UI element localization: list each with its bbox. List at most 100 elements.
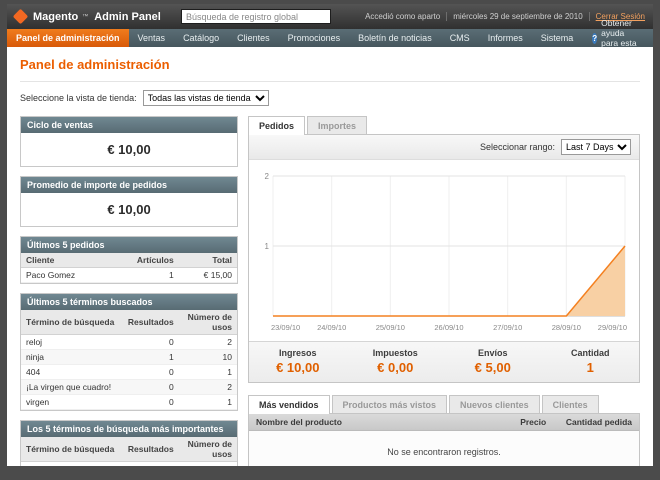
page-help-link[interactable]: ? Obtener ayuda para esta página <box>582 18 653 58</box>
svg-text:25/09/10: 25/09/10 <box>376 323 405 332</box>
logged-in-as: Accedió como aparto <box>365 12 441 21</box>
box-title: Ciclo de ventas <box>21 117 237 133</box>
nav-item-newsletter[interactable]: Boletín de noticias <box>349 29 441 47</box>
total-label: Impuestos <box>372 348 418 358</box>
column-header: Término de búsqueda <box>21 437 123 462</box>
total-value: € 5,00 <box>474 360 511 375</box>
left-column: Ciclo de ventas € 10,00 Promedio de impo… <box>20 116 238 466</box>
nav-item-dashboard[interactable]: Panel de administración <box>7 29 129 47</box>
nav-list: Panel de administración Ventas Catálogo Cli… <box>7 29 582 47</box>
products-grid-panel: Nombre del producto Precio Cantidad pedi… <box>248 413 640 466</box>
table-row[interactable]: Paco Gomez 1 € 15,00 <box>21 267 237 283</box>
average-orders-box: Promedio de importe de pedidos € 10,00 <box>20 176 238 227</box>
tab-customers[interactable]: Clientes <box>541 395 599 413</box>
cell: virgen <box>21 394 123 410</box>
tab-amounts[interactable]: Importes <box>307 116 368 134</box>
total-value: € 10,00 <box>276 360 320 375</box>
column-header: Cliente <box>21 253 132 268</box>
top-search-terms-box: Los 5 términos de búsqueda más important… <box>20 420 238 466</box>
nav-item-promotions[interactable]: Promociones <box>279 29 350 47</box>
cell: 2 <box>178 334 237 350</box>
cell: 0 <box>122 379 179 395</box>
cell: ninja <box>21 461 123 466</box>
total-value: € 0,00 <box>377 360 414 375</box>
empty-message: No se encontraron registros. <box>249 430 639 466</box>
main-nav: Panel de administración Ventas Catálogo Cli… <box>7 18 653 58</box>
tab-most-viewed[interactable]: Productos más vistos <box>331 395 448 413</box>
svg-text:27/09/10: 27/09/10 <box>493 323 522 332</box>
column-header: Resultados <box>122 437 179 462</box>
cell: 1 <box>131 267 179 283</box>
last-orders-table: Cliente Artículos Total Paco Gomez 1 € 15,00 <box>21 253 237 283</box>
empty-row: No se encontraron registros. <box>249 430 639 466</box>
table-row[interactable]: virgen 0 1 <box>21 394 237 410</box>
nav-item-reports[interactable]: Informes <box>479 29 532 47</box>
column-header: Número de usos <box>178 310 237 335</box>
browser-frame: Magento ™ Admin Panel Accedió como apart… <box>0 0 660 480</box>
tab-new-customers[interactable]: Nuevos clientes <box>449 395 540 413</box>
table-row[interactable]: ninja110 <box>21 461 237 466</box>
svg-text:23/09/10: 23/09/10 <box>271 323 300 332</box>
box-title: Últimos 5 pedidos <box>21 237 237 253</box>
store-switcher: Seleccione la vista de tienda: Todas las… <box>20 90 640 106</box>
last-search-terms-table: Término de búsqueda Resultados Número de u… <box>21 310 237 410</box>
svg-text:1: 1 <box>265 242 270 251</box>
store-view-label: Seleccione la vista de tienda: <box>20 93 137 103</box>
totals-bar: Ingresos € 10,00 Impuestos € 0,00 Envíos… <box>249 341 639 382</box>
table-row[interactable]: 404 0 1 <box>21 364 237 380</box>
products-grid: Nombre del producto Precio Cantidad pedi… <box>249 414 639 466</box>
store-view-select[interactable]: Todas las vistas de tienda <box>142 90 269 106</box>
total-tax: Impuestos € 0,00 <box>347 348 445 375</box>
header-date: miércoles 29 de septiembre de 2010 <box>453 12 583 21</box>
header-separator <box>446 12 448 21</box>
cell: Paco Gomez <box>21 267 132 283</box>
nav-item-cms[interactable]: CMS <box>441 29 479 47</box>
table-row[interactable]: reloj 0 2 <box>21 334 237 350</box>
last-orders-box: Últimos 5 pedidos Cliente Artículos Total P… <box>20 236 238 284</box>
table-row[interactable]: ninja110 <box>21 349 237 365</box>
title-divider <box>20 81 640 82</box>
cell: 404 <box>21 364 123 380</box>
column-header: Total <box>178 253 237 268</box>
total-label: Cantidad <box>570 348 610 358</box>
orders-chart: 1 2 23/09/10 24/09/10 25/09/10 26/09/10 27/09/… <box>265 172 627 332</box>
lifetime-sales-box: Ciclo de ventas € 10,00 <box>20 116 238 167</box>
total-value: 1 <box>586 360 594 375</box>
admin-header: Magento ™ Admin Panel Accedió como apart… <box>7 4 653 29</box>
cell: € 15,00 <box>178 267 237 283</box>
column-header: Cantidad pedida <box>553 414 639 431</box>
total-shipping: Envíos € 5,00 <box>444 348 542 375</box>
nav-item-catalog[interactable]: Catálogo <box>174 29 228 47</box>
content-area: Panel de administración Seleccione la vi… <box>7 47 653 466</box>
cell: 1 <box>122 349 179 365</box>
cell: 10 <box>178 461 237 466</box>
chart-toolbar: Seleccionar rango: Last 7 Days <box>249 135 639 160</box>
brand-product: Admin Panel <box>94 10 161 23</box>
box-title: Los 5 términos de búsqueda más important… <box>21 421 237 437</box>
total-quantity: Cantidad 1 <box>542 348 640 375</box>
dashboard-tabs: Pedidos Importes <box>248 116 640 135</box>
tab-orders[interactable]: Pedidos <box>248 116 306 135</box>
cell: 0 <box>122 334 179 350</box>
cell: ninja <box>21 349 123 365</box>
column-header: Artículos <box>131 253 179 268</box>
chart-area: 1 2 23/09/10 24/09/10 25/09/10 26/09/10 27/09/… <box>249 160 639 341</box>
dashboard-columns: Ciclo de ventas € 10,00 Promedio de impo… <box>20 116 640 466</box>
global-search-input[interactable] <box>180 9 331 24</box>
cell: 1 <box>178 364 237 380</box>
nav-item-system[interactable]: Sistema <box>532 29 583 47</box>
cell: 1 <box>178 394 237 410</box>
column-header: Número de usos <box>178 437 237 462</box>
cell: 2 <box>178 379 237 395</box>
table-row[interactable]: ¡La virgen que cuadro! 0 2 <box>21 379 237 395</box>
box-title: Últimos 5 términos buscados <box>21 294 237 310</box>
nav-item-sales[interactable]: Ventas <box>129 29 175 47</box>
top-search-terms-table: Término de búsqueda Resultados Número de u… <box>21 437 237 466</box>
tab-bestsellers[interactable]: Más vendidos <box>248 395 330 414</box>
total-revenue: Ingresos € 10,00 <box>249 348 347 375</box>
orders-panel: Seleccionar rango: Last 7 Days 1 2 23/09/1… <box>248 134 640 383</box>
svg-text:24/09/10: 24/09/10 <box>317 323 346 332</box>
nav-item-customers[interactable]: Clientes <box>228 29 279 47</box>
range-select[interactable]: Last 7 Days <box>561 139 631 155</box>
total-label: Ingresos <box>278 348 317 358</box>
